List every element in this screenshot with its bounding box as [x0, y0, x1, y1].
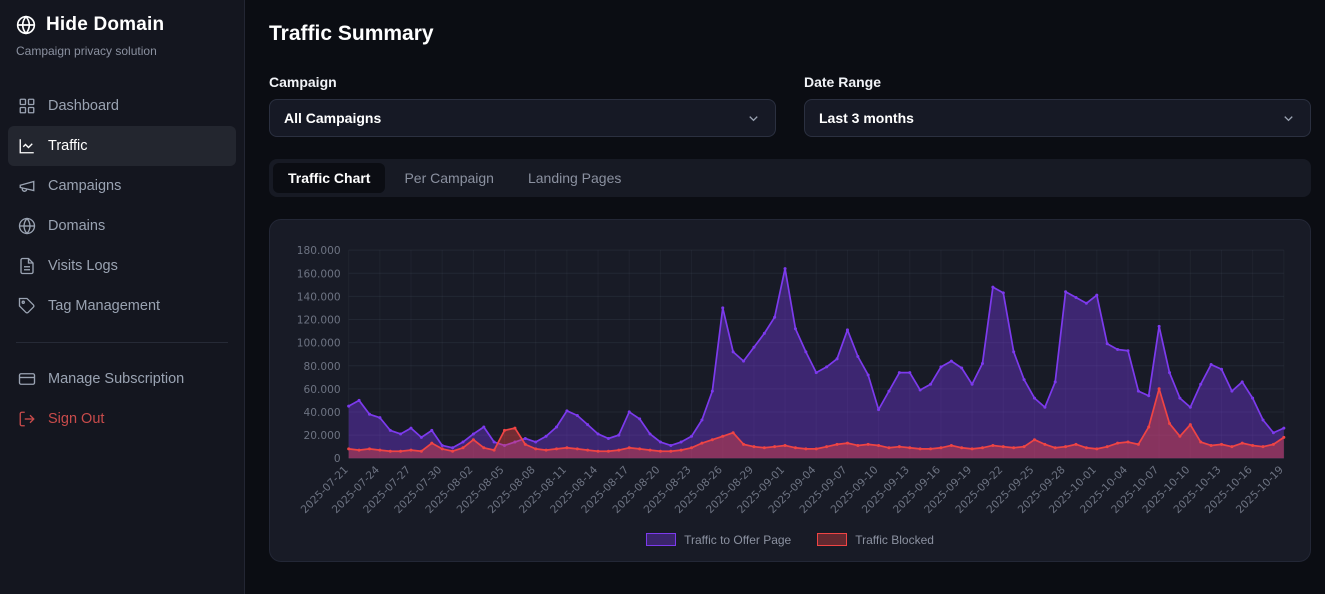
- legend-swatch-red: [817, 533, 847, 546]
- sidebar-item-traffic[interactable]: Traffic: [8, 126, 236, 166]
- brand-subtitle: Campaign privacy solution: [0, 36, 244, 58]
- globe-icon: [18, 217, 36, 235]
- globe-icon: [16, 15, 36, 35]
- sidebar-item-label: Campaigns: [48, 178, 121, 194]
- sidebar-item-tag-management[interactable]: Tag Management: [8, 286, 236, 326]
- sidebar-item-label: Traffic: [48, 138, 87, 154]
- sidebar-divider: [16, 342, 228, 343]
- page-title: Traffic Summary: [269, 22, 1311, 46]
- date-range-select-value: Last 3 months: [819, 110, 914, 126]
- sidebar-item-domains[interactable]: Domains: [8, 206, 236, 246]
- traffic-area-chart[interactable]: 2025-07-212025-07-242025-07-272025-07-30…: [280, 234, 1300, 533]
- sidebar: Hide Domain Campaign privacy solution Da…: [0, 0, 245, 594]
- megaphone-icon: [18, 177, 36, 195]
- legend-swatch-purple: [646, 533, 676, 546]
- brand-title: Hide Domain: [46, 14, 164, 36]
- sidebar-item-label: Visits Logs: [48, 258, 118, 274]
- sidebar-nav: Dashboard Traffic Campaigns Domains Visi…: [0, 86, 244, 439]
- sidebar-item-visits-logs[interactable]: Visits Logs: [8, 246, 236, 286]
- date-range-filter: Date Range Last 3 months: [804, 74, 1311, 137]
- campaign-select-value: All Campaigns: [284, 110, 381, 126]
- brand: Hide Domain: [0, 14, 244, 36]
- main-content: Traffic Summary Campaign All Campaigns D…: [245, 0, 1325, 594]
- filter-bar: Campaign All Campaigns Date Range Last 3…: [269, 74, 1311, 137]
- campaign-select[interactable]: All Campaigns: [269, 99, 776, 137]
- sign-out-button[interactable]: Sign Out: [8, 399, 236, 439]
- sign-out-label: Sign Out: [48, 411, 104, 427]
- tab-landing-pages[interactable]: Landing Pages: [513, 163, 636, 193]
- legend-label-blocked: Traffic Blocked: [855, 533, 934, 547]
- svg-text:80.000: 80.000: [304, 361, 341, 373]
- legend-label-offer-page: Traffic to Offer Page: [684, 533, 791, 547]
- svg-text:100.000: 100.000: [297, 338, 341, 350]
- chevron-down-icon: [746, 111, 761, 126]
- tab-per-campaign[interactable]: Per Campaign: [389, 163, 509, 193]
- date-range-label: Date Range: [804, 74, 1311, 90]
- svg-text:0: 0: [334, 453, 341, 465]
- traffic-chart-panel: 2025-07-212025-07-242025-07-272025-07-30…: [269, 219, 1311, 562]
- svg-text:60.000: 60.000: [304, 384, 341, 396]
- sidebar-item-label: Manage Subscription: [48, 371, 184, 387]
- tag-icon: [18, 297, 36, 315]
- svg-text:180.000: 180.000: [297, 245, 341, 257]
- sidebar-item-campaigns[interactable]: Campaigns: [8, 166, 236, 206]
- sidebar-item-label: Tag Management: [48, 298, 160, 314]
- svg-text:120.000: 120.000: [297, 315, 341, 327]
- line-chart-icon: [18, 137, 36, 155]
- tab-traffic-chart[interactable]: Traffic Chart: [273, 163, 385, 193]
- date-range-select[interactable]: Last 3 months: [804, 99, 1311, 137]
- campaign-label: Campaign: [269, 74, 776, 90]
- campaign-filter: Campaign All Campaigns: [269, 74, 776, 137]
- log-out-icon: [18, 410, 36, 428]
- credit-card-icon: [18, 370, 36, 388]
- svg-text:40.000: 40.000: [304, 407, 341, 419]
- legend-blocked[interactable]: Traffic Blocked: [817, 533, 934, 547]
- sidebar-item-label: Dashboard: [48, 98, 119, 114]
- sidebar-item-dashboard[interactable]: Dashboard: [8, 86, 236, 126]
- svg-text:20.000: 20.000: [304, 430, 341, 442]
- chart-legend: Traffic to Offer Page Traffic Blocked: [280, 533, 1300, 547]
- sidebar-item-manage-subscription[interactable]: Manage Subscription: [8, 359, 236, 399]
- sidebar-item-label: Domains: [48, 218, 105, 234]
- svg-text:140.000: 140.000: [297, 291, 341, 303]
- file-text-icon: [18, 257, 36, 275]
- tab-bar: Traffic Chart Per Campaign Landing Pages: [269, 159, 1311, 197]
- legend-offer-page[interactable]: Traffic to Offer Page: [646, 533, 791, 547]
- grid-icon: [18, 97, 36, 115]
- svg-text:160.000: 160.000: [297, 268, 341, 280]
- chevron-down-icon: [1281, 111, 1296, 126]
